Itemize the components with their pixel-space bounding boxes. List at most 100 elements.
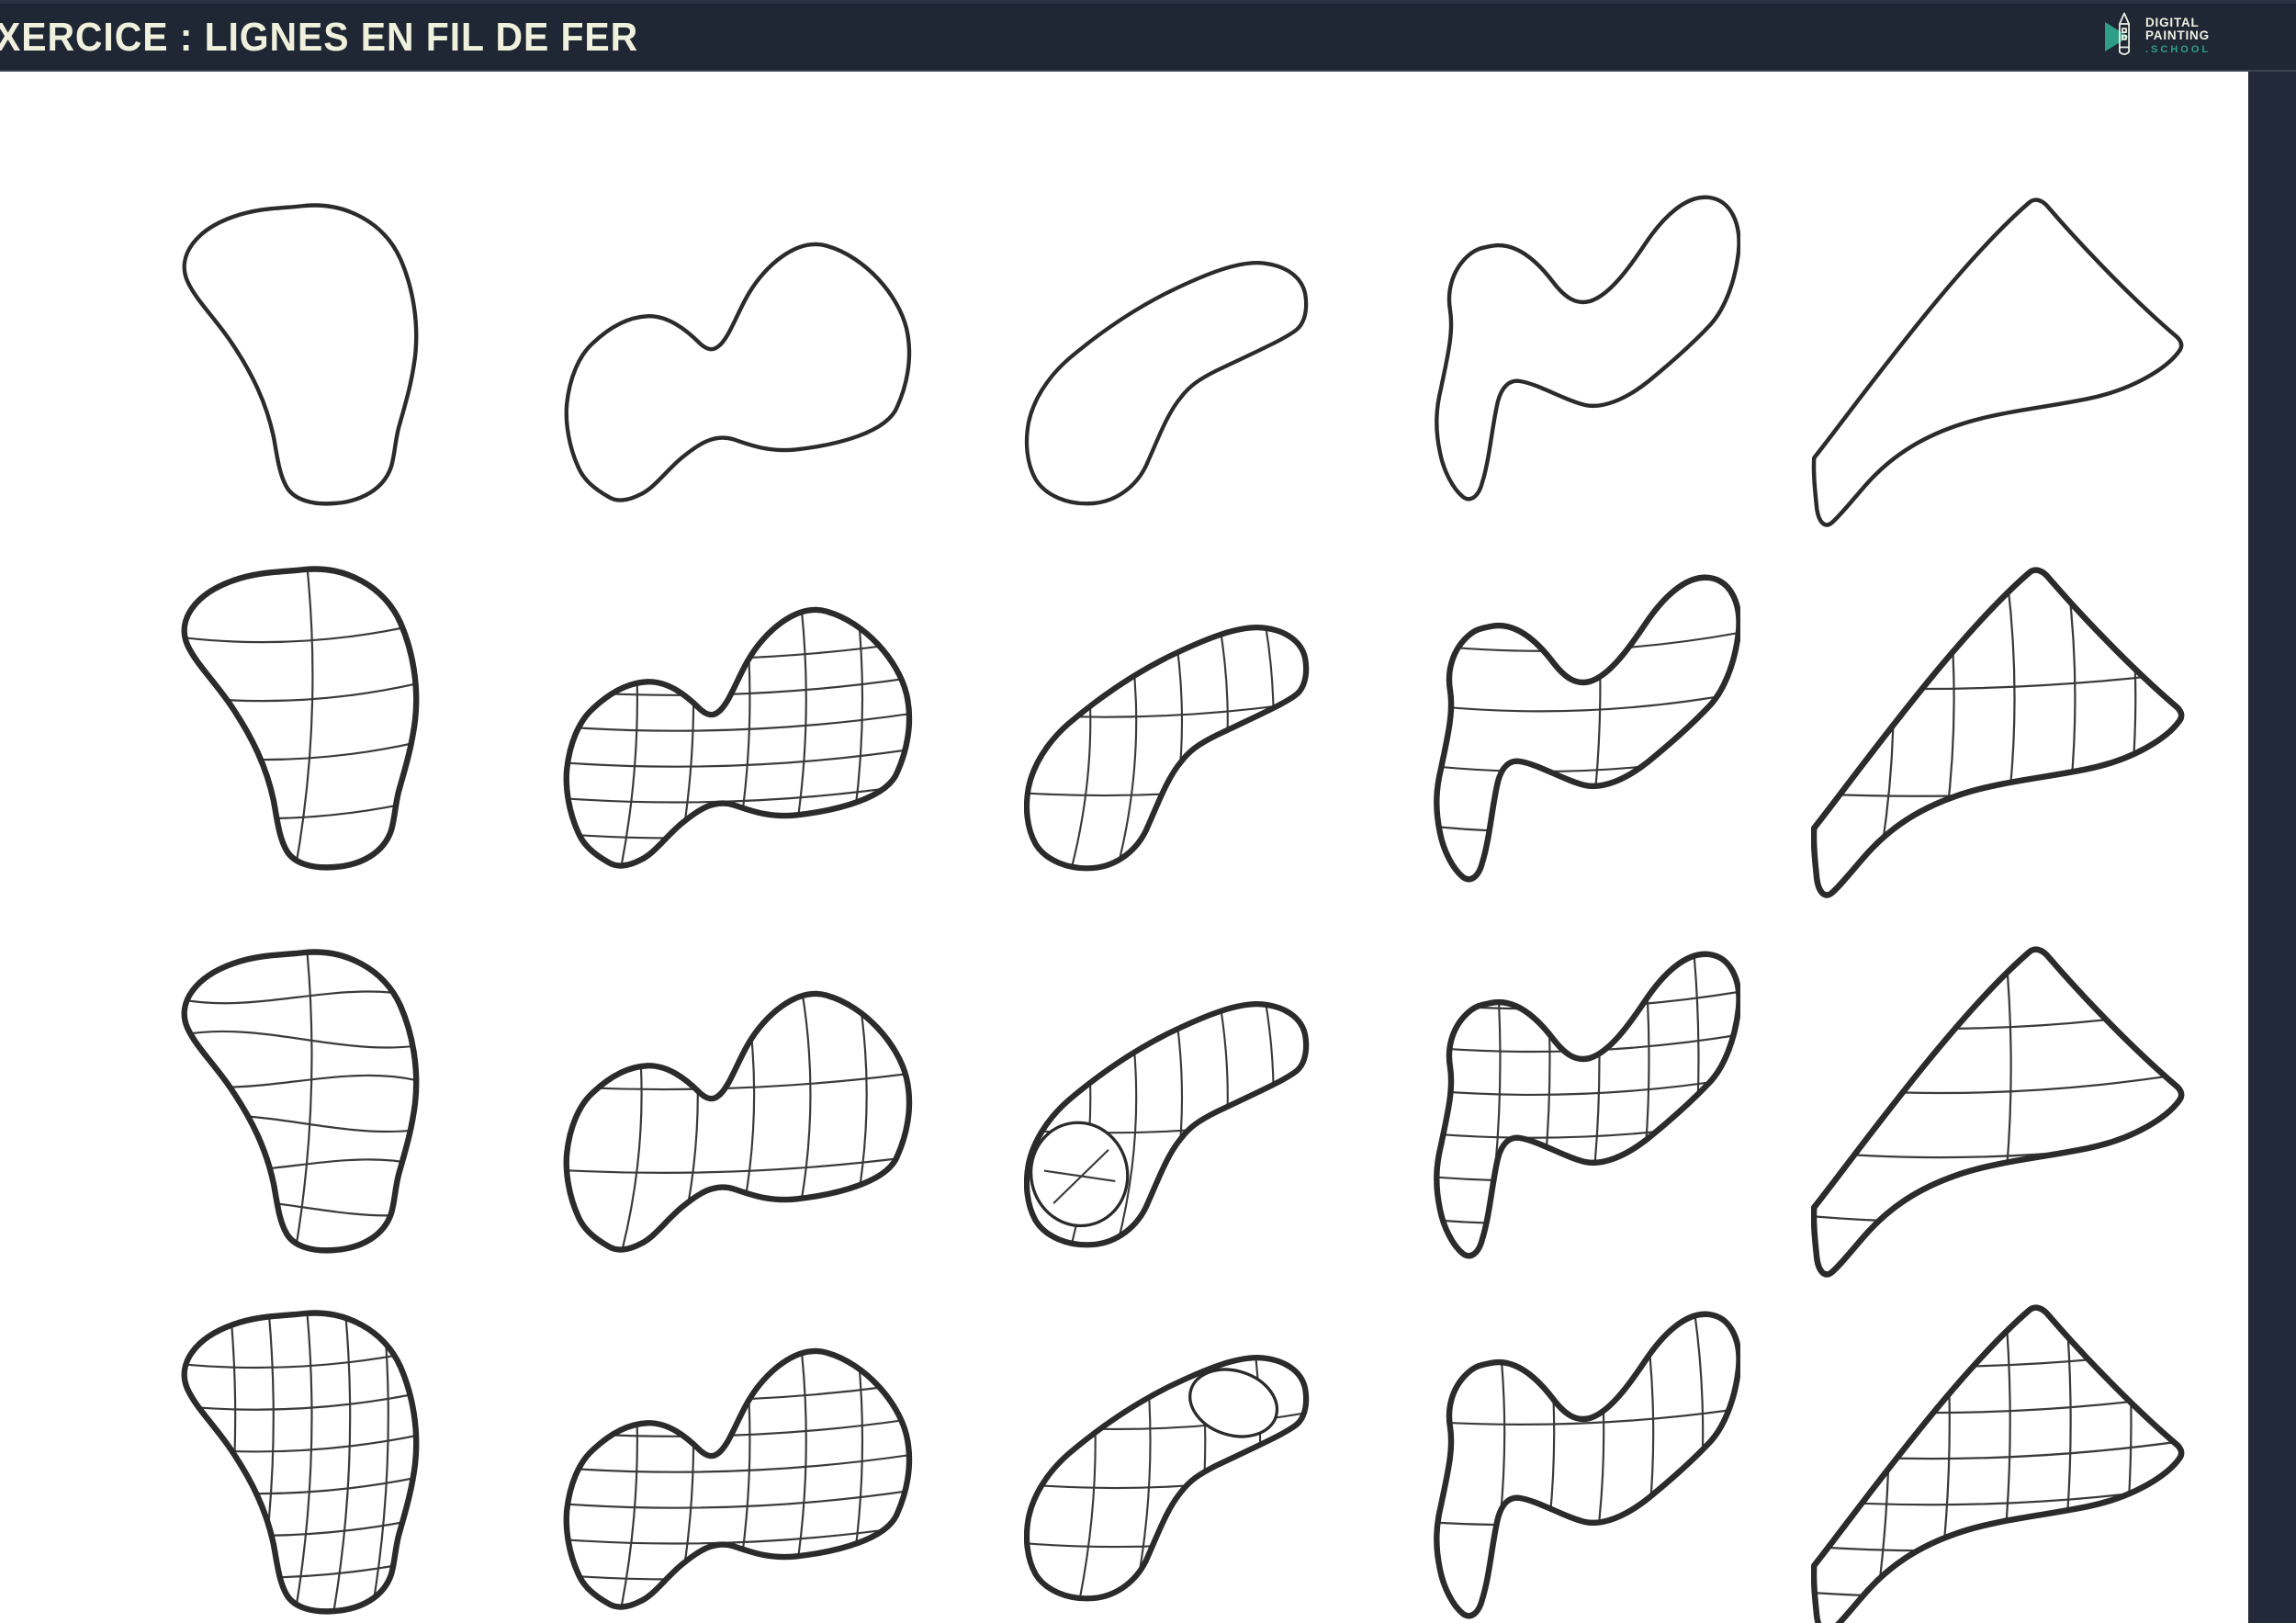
contour-line <box>1814 1346 2182 1369</box>
drawing-peanut-blob-row2 <box>563 606 913 869</box>
cell-r2-c1 <box>165 557 441 887</box>
cell-r1-c3 <box>1024 226 1327 512</box>
contour-line <box>291 1313 313 1612</box>
contour-line <box>184 619 417 644</box>
contour-line <box>1066 627 1092 869</box>
drawing-wave-blob-row1 <box>1435 195 1740 502</box>
contour-line <box>1250 627 1275 869</box>
contour-line <box>729 993 756 1250</box>
contour-line <box>1436 809 1739 833</box>
contour-line <box>1112 627 1138 869</box>
contour-line <box>1026 1527 1307 1549</box>
contour-line <box>368 1313 389 1612</box>
contour-line <box>184 1114 417 1133</box>
shape-outline <box>1435 195 1740 502</box>
cell-r2-c5 <box>1811 554 2186 900</box>
cell-r1-c1 <box>165 193 441 524</box>
drawing-peanut-blob-row3 <box>563 990 913 1253</box>
shape-outline <box>1811 197 2184 527</box>
drawing-bean-blob-row4 <box>1024 1355 1310 1602</box>
contour-line <box>1026 1468 1307 1490</box>
contour-line <box>729 1350 751 1607</box>
contour-line <box>184 678 417 703</box>
cell-r4-c3 <box>1024 1321 1327 1606</box>
contour-line <box>566 817 910 840</box>
contour-line <box>1529 1313 1556 1617</box>
shape-outline <box>1024 625 1310 872</box>
cell-r2-c4 <box>1428 568 1740 889</box>
shape-outline <box>1434 574 1740 883</box>
contour-line <box>566 1487 910 1509</box>
logo-line2: PAINTING <box>2145 28 2210 42</box>
contour-line <box>1436 749 1739 773</box>
contour-line <box>673 609 695 866</box>
contour-line <box>1436 1031 1739 1054</box>
contour-line <box>291 569 314 868</box>
logo-stylus-icon <box>2119 12 2130 55</box>
cell-r4-c2 <box>562 1316 928 1617</box>
contour-line <box>673 1350 695 1607</box>
contour-line <box>184 1431 417 1453</box>
contour-line <box>1026 776 1307 797</box>
shape-outline <box>1434 1311 1740 1619</box>
contour-line <box>617 993 643 1250</box>
drawing-wave-blob-row2 <box>1434 574 1740 883</box>
shape-outline <box>563 990 913 1253</box>
contour-line <box>786 1350 807 1607</box>
contour-line <box>1436 1117 1739 1139</box>
shape-outline <box>182 203 419 506</box>
shape-outline <box>1811 1304 2185 1623</box>
cell-r3-c5 <box>1811 933 2186 1279</box>
cell-r3-c1 <box>165 940 441 1270</box>
drawing-fin-blob-row4 <box>1811 1304 2185 1623</box>
contour-line <box>673 993 699 1250</box>
drawing-canvas <box>0 72 2248 1623</box>
contour-line <box>566 746 910 768</box>
contour-line <box>617 1350 638 1607</box>
contour-line <box>1579 953 1601 1257</box>
logo-line3: .SCHOOL <box>2145 44 2212 55</box>
contour-line <box>184 1472 417 1495</box>
contour-line <box>1250 1004 1275 1245</box>
contour-line <box>566 1559 910 1581</box>
contour-line <box>1480 1313 1506 1617</box>
cell-r4-c5 <box>1811 1291 2186 1623</box>
contour-line <box>1628 953 1650 1257</box>
drawing-fin-blob-row1 <box>1811 197 2184 527</box>
contour-line <box>1814 1070 2182 1095</box>
logo-line1: DIGITAL <box>2145 16 2200 29</box>
cell-r4-c1 <box>165 1301 441 1623</box>
window-top-edge <box>0 0 2296 4</box>
drawing-cap-blob-row4 <box>181 1310 420 1615</box>
contour-line <box>1579 1313 1605 1617</box>
cell-r3-c2 <box>562 959 928 1260</box>
contour-line <box>1436 689 1739 713</box>
right-side-panel <box>2248 72 2296 1623</box>
contour-line <box>1579 577 1602 880</box>
drawing-cap-blob-row2 <box>181 566 420 871</box>
contour-line <box>1480 953 1502 1257</box>
drawing-peanut-blob-row4 <box>563 1347 913 1610</box>
contour-line <box>291 952 313 1251</box>
contour-line <box>184 1515 417 1538</box>
drawing-wave-blob-row3 <box>1434 951 1740 1259</box>
page-title: XERCICE : LIGNES EN FIL DE FER <box>0 15 639 60</box>
contour-line <box>566 1154 910 1174</box>
contour-line <box>786 993 812 1250</box>
contour-line <box>1204 627 1229 869</box>
cell-r1-c5 <box>1811 184 2186 530</box>
contour-line <box>729 609 751 866</box>
contour-line <box>1075 1358 1097 1599</box>
contour-line <box>1112 1004 1138 1245</box>
shape-outline <box>564 242 912 502</box>
drawing-wave-blob-row4 <box>1434 1311 1740 1619</box>
cell-r3-c4 <box>1428 944 1740 1266</box>
contour-line <box>566 638 910 660</box>
contour-line <box>1814 1437 2182 1460</box>
brand-logo: DIGITAL PAINTING .SCHOOL <box>2105 9 2243 64</box>
contour-line <box>1436 1074 1739 1097</box>
cell-r4-c4 <box>1428 1304 1740 1623</box>
drawing-bean-blob-row3 <box>1024 1001 1310 1248</box>
contour-line <box>184 737 417 761</box>
cell-r3-c3 <box>1024 967 1327 1253</box>
